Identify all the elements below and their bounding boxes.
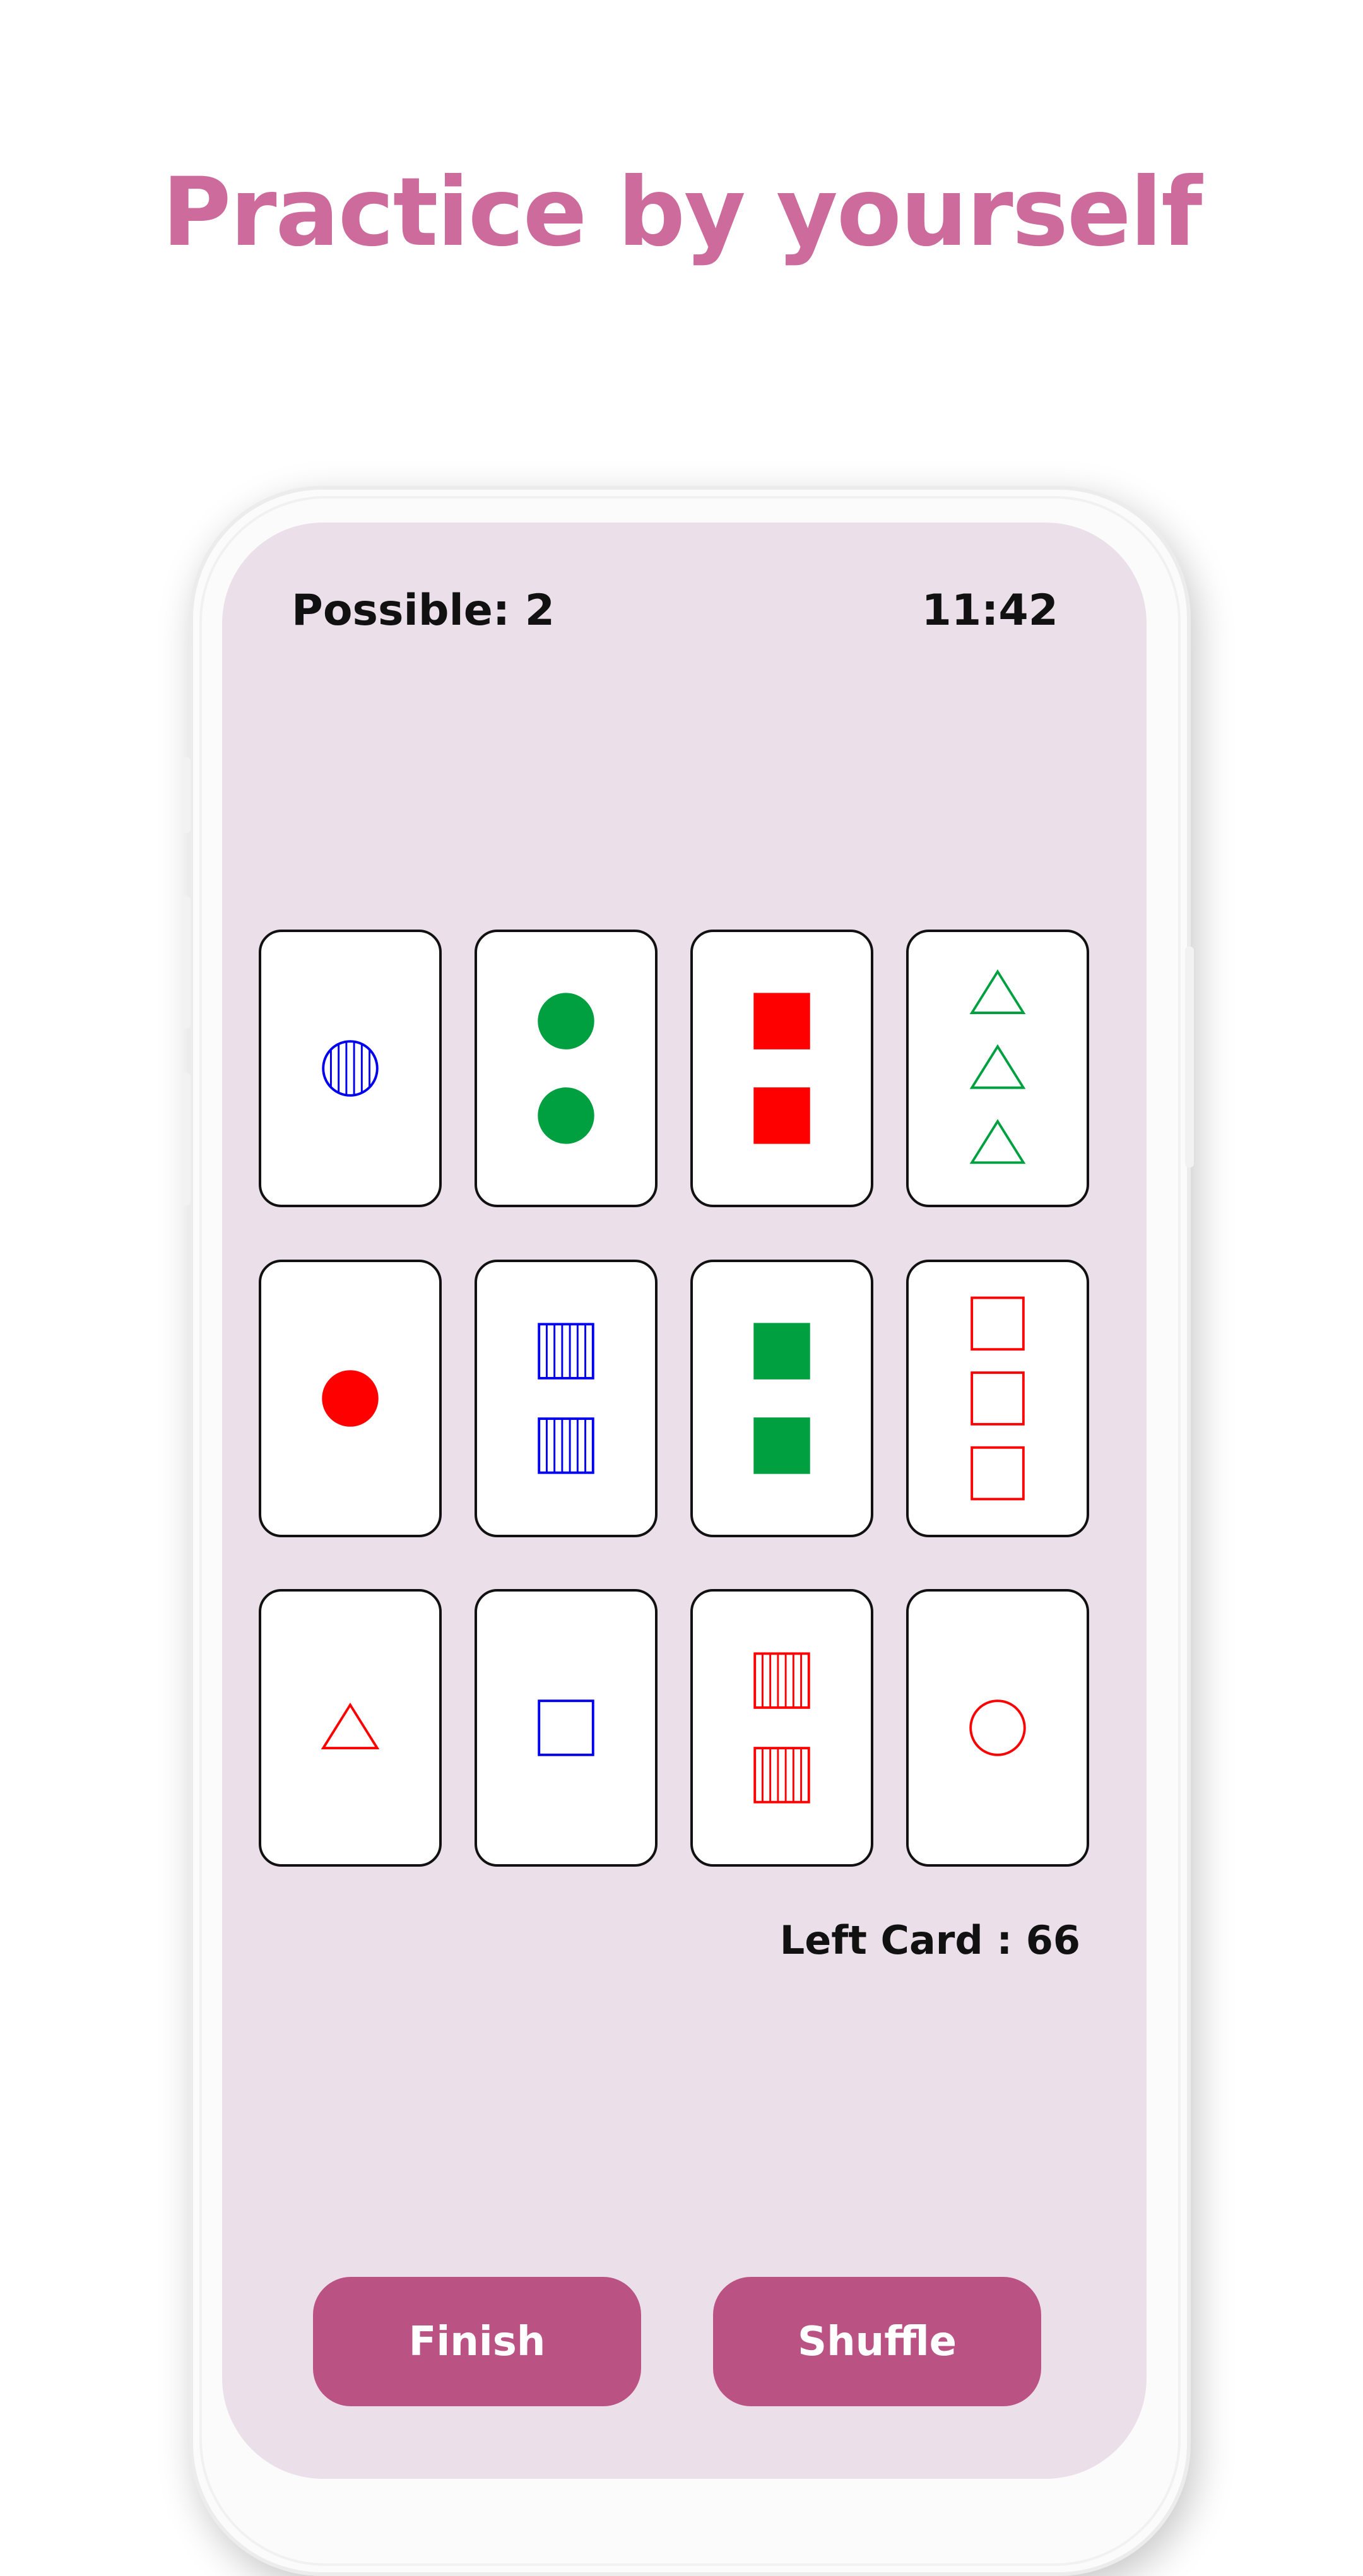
shuffle-button[interactable]: Shuffle (713, 2277, 1041, 2406)
circle-icon (538, 1087, 594, 1144)
card[interactable] (690, 930, 873, 1207)
timer: 11:42 (921, 586, 1058, 635)
app-screen: Possible: 2 11:42 Left Card : 66 Finish … (222, 523, 1147, 2479)
phone-power-button (1185, 947, 1194, 1167)
square-icon (971, 1296, 1025, 1351)
square-icon (753, 1417, 810, 1474)
phone-side-button (182, 896, 191, 1029)
square-icon (971, 1371, 1025, 1426)
phone-side-button (182, 1073, 191, 1205)
left-card-count: Left Card : 66 (779, 1917, 1080, 1963)
square-icon (753, 1652, 810, 1709)
triangle-icon (969, 969, 1026, 1014)
triangle-icon (969, 1119, 1026, 1164)
card[interactable] (475, 1260, 658, 1537)
card[interactable] (906, 1260, 1089, 1537)
card[interactable] (690, 1260, 873, 1537)
card[interactable] (259, 1589, 442, 1867)
card[interactable] (690, 1589, 873, 1867)
square-icon (971, 1446, 1025, 1501)
circle-icon (538, 993, 594, 1049)
square-icon (538, 1323, 594, 1380)
circle-icon (322, 1040, 379, 1097)
card[interactable] (475, 1589, 658, 1867)
square-icon (538, 1417, 594, 1474)
square-icon (538, 1699, 594, 1756)
card[interactable] (259, 1260, 442, 1537)
headline: Practice by yourself (162, 158, 1203, 268)
finish-button[interactable]: Finish (313, 2277, 641, 2406)
square-icon (753, 1087, 810, 1144)
phone-side-button (182, 757, 191, 833)
card[interactable] (906, 1589, 1089, 1867)
square-icon (753, 993, 810, 1049)
square-icon (753, 1747, 810, 1804)
square-icon (753, 1323, 810, 1380)
card[interactable] (475, 930, 658, 1207)
possible-count: Possible: 2 (292, 586, 555, 635)
circle-icon (969, 1699, 1026, 1756)
circle-icon (322, 1370, 379, 1427)
card[interactable] (259, 930, 442, 1207)
triangle-icon (969, 1044, 1026, 1089)
triangle-icon (321, 1702, 380, 1750)
card[interactable] (906, 930, 1089, 1207)
